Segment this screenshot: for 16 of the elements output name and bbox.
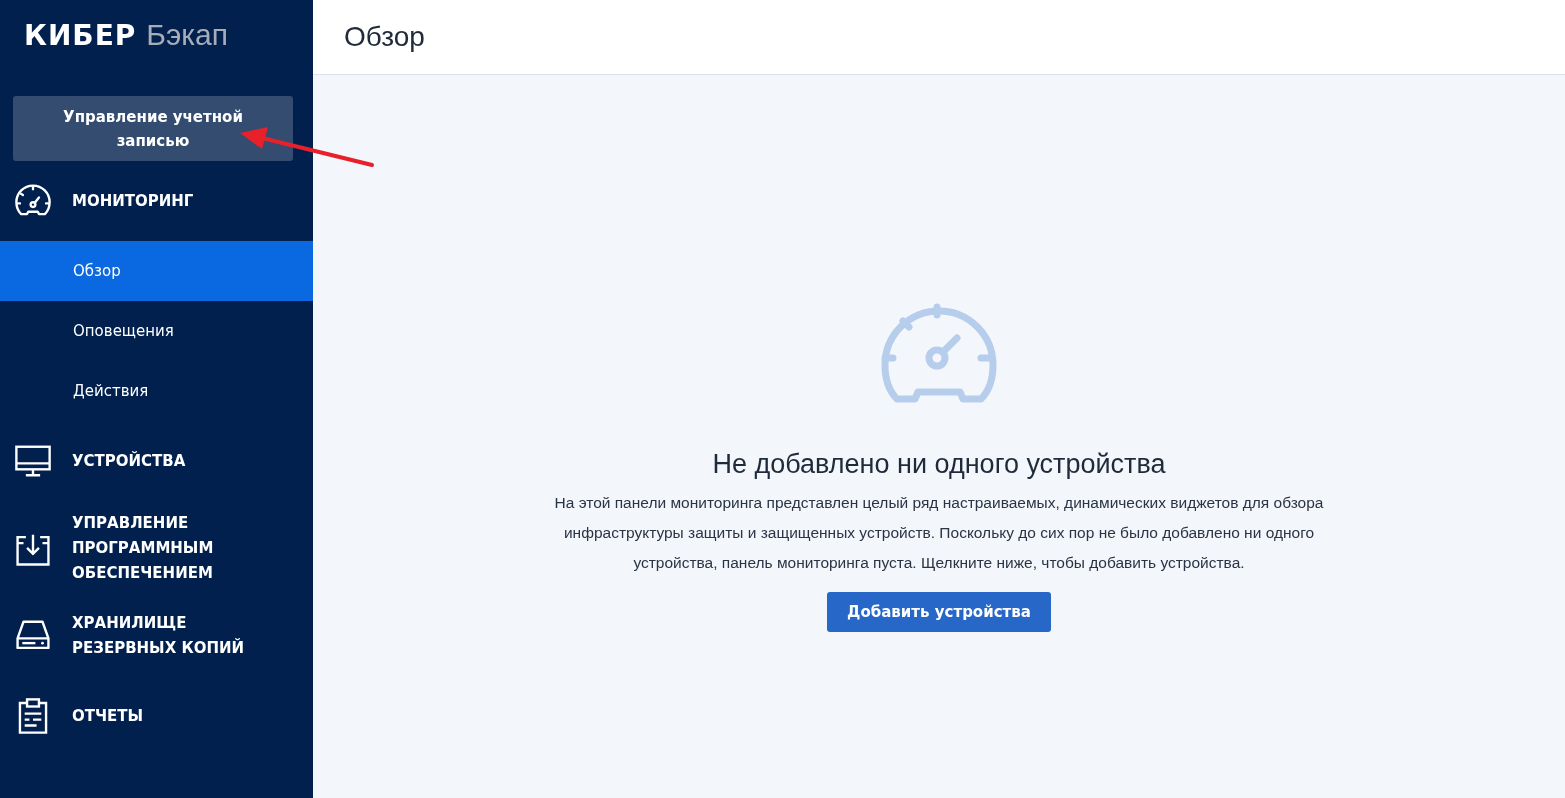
account-management-button[interactable]: Управление учетной записью <box>13 96 293 161</box>
empty-state-title: Не добавлено ни одного устройства <box>712 449 1166 480</box>
logo-product: Бэкап <box>146 18 229 52</box>
empty-state-description: На этой панели мониторинга представлен целый ряд настраиваемых, динамических виджетов для обзора инфраструктуры защиты и защищенных устройств. Поскольку до сих пор не было добавлено ни одного устройства, панель мониторинга пуста. Щелкните ниже, чтобы добавить устройства. <box>553 493 1325 573</box>
nav-section[interactable]: ОТЧЕТЫ <box>72 703 174 729</box>
page-title: Обзор <box>344 21 425 53</box>
add-devices-button[interactable]: Добавить устройства <box>827 592 1051 632</box>
nav-section[interactable]: УСТРОЙСТВА <box>72 448 216 474</box>
nav-section[interactable]: УПРАВЛЕНИЕ ПРОГРАММНЫМ ОБЕСПЕЧЕНИЕМ <box>72 511 299 586</box>
nav-item[interactable]: Оповещения <box>0 301 313 361</box>
nav-item[interactable]: Действия <box>0 361 313 421</box>
gauge-icon <box>881 303 997 405</box>
nav-section[interactable]: МОНИТОРИНГ <box>72 188 224 214</box>
logo-brand: КИБЕР <box>24 19 137 52</box>
nav-section[interactable]: ХРАНИЛИЩЕ РЕЗЕРВНЫХ КОПИЙ <box>72 611 299 661</box>
nav-item[interactable]: Обзор <box>0 241 313 301</box>
